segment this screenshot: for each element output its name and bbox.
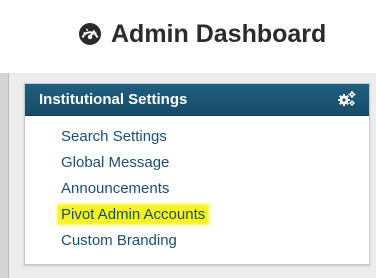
sidebar-edge [0,73,9,278]
menu-item-custom-branding[interactable]: Custom Branding [59,228,207,254]
panel-title: Institutional Settings [39,91,188,108]
menu-item-label: Search Settings [61,128,167,145]
menu-item-label: Custom Branding [61,232,177,249]
page-title: Admin Dashboard [111,19,327,48]
menu-item-search-settings[interactable]: Search Settings [59,124,207,150]
settings-menu: Search Settings Global Message Announcem… [59,124,208,254]
menu-item-label: Pivot Admin Accounts [59,206,208,223]
menu-item-pivot-admin-accounts[interactable]: Pivot Admin Accounts [59,202,208,228]
panel-header: Institutional Settings [25,84,369,116]
tachometer-icon [79,23,101,45]
menu-item-global-message[interactable]: Global Message [59,150,207,176]
menu-item-label: Global Message [61,154,170,171]
menu-item-label: Announcements [61,180,170,197]
gears-icon[interactable] [337,90,357,108]
menu-item-announcements[interactable]: Announcements [59,176,207,202]
page-header: Admin Dashboard [0,0,376,73]
header-title-group: Admin Dashboard [78,18,326,50]
institutional-settings-panel: Institutional Settings Search Settings G… [24,83,370,265]
